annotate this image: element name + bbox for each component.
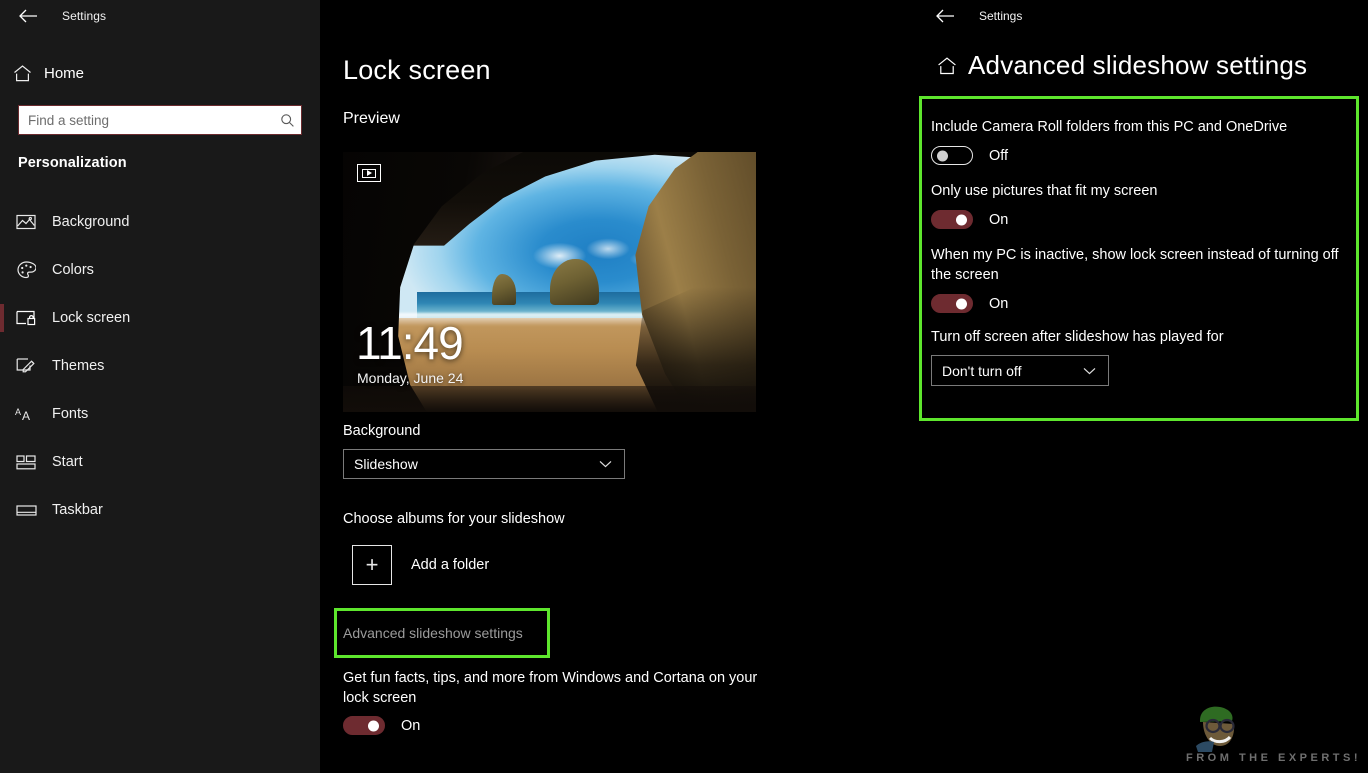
sidebar-item-themes[interactable]: Themes [0,349,320,383]
sidebar-item-fonts[interactable]: A A Fonts [0,397,320,431]
fun-facts-toggle-row: On [343,716,420,735]
advanced-window-title: Settings [979,9,1022,23]
window-title: Settings [62,9,106,23]
sidebar-item-colors[interactable]: Colors [0,253,320,287]
advanced-slideshow-settings-link[interactable]: Advanced slideshow settings [343,625,523,641]
advanced-settings-window: Settings Advanced slideshow settings Inc… [917,0,1368,773]
fun-facts-label: Get fun facts, tips, and more from Windo… [343,668,783,708]
home-icon [0,65,44,82]
inactive-lock-screen-toggle[interactable] [931,294,973,313]
fun-facts-toggle[interactable] [343,716,385,735]
lock-screen-icon [0,310,52,326]
setting-turn-off-screen: Turn off screen after slideshow has play… [931,329,1342,386]
sidebar-titlebar: Settings [0,0,320,32]
watermark-text: FROM THE EXPERTS! [1186,752,1361,764]
palette-icon [0,261,52,279]
taskbar-icon [0,504,52,517]
sidebar-item-label: Taskbar [52,502,103,518]
home-icon[interactable] [930,57,964,75]
back-arrow-icon[interactable] [925,1,965,31]
inactive-lock-screen-toggle-state: On [989,296,1008,312]
sidebar-item-label: Themes [52,358,104,374]
chevron-down-icon [1083,367,1108,375]
watermark: FROM THE EXPERTS! [1168,700,1368,773]
advanced-header: Advanced slideshow settings [930,50,1307,81]
search-icon [273,113,301,128]
sidebar-item-label: Fonts [52,406,88,422]
preview-clock: 11:49 [356,320,463,366]
search-box[interactable] [18,105,302,135]
turn-off-screen-value: Don't turn off [932,363,1021,379]
start-tiles-icon [0,455,52,470]
setting-label: Include Camera Roll folders from this PC… [931,117,1342,137]
background-select-value: Slideshow [344,456,418,472]
setting-inactive-lock-screen: When my PC is inactive, show lock screen… [931,245,1342,313]
fun-facts-toggle-state: On [401,718,420,734]
settings-window: Settings Home Personalization [0,0,1368,773]
back-arrow-icon[interactable] [8,1,48,31]
setting-fit-screen: Only use pictures that fit my screen On [931,181,1342,229]
turn-off-screen-select[interactable]: Don't turn off [931,355,1109,386]
sidebar: Settings Home Personalization [0,0,320,773]
sidebar-item-start[interactable]: Start [0,445,320,479]
sidebar-item-label: Lock screen [52,310,130,326]
mascot-icon [1190,702,1246,754]
sidebar-item-label: Background [52,214,129,230]
advanced-heading: Advanced slideshow settings [968,50,1307,81]
sidebar-item-label: Colors [52,262,94,278]
preview-label: Preview [343,110,400,128]
sidebar-item-label: Start [52,454,83,470]
preview-foreground-shadow [343,386,756,412]
setting-label: When my PC is inactive, show lock screen… [931,245,1342,285]
sidebar-item-lock-screen[interactable]: Lock screen [0,301,320,335]
lock-screen-preview: 11:49 Monday, June 24 [343,152,756,412]
fit-screen-toggle[interactable] [931,210,973,229]
add-folder-label: Add a folder [411,557,489,573]
albums-label: Choose albums for your slideshow [343,511,565,527]
sidebar-item-taskbar[interactable]: Taskbar [0,493,320,527]
advanced-slideshow-settings-highlight: Advanced slideshow settings [334,608,550,658]
sidebar-item-background[interactable]: Background [0,205,320,239]
sidebar-item-home[interactable]: Home [0,56,320,90]
svg-text:A: A [22,409,30,423]
camera-roll-toggle[interactable] [931,146,973,165]
sidebar-section-header: Personalization [18,155,127,171]
svg-text:A: A [15,407,21,417]
preview-date: Monday, June 24 [357,370,463,386]
sidebar-nav-list: Background Colors [0,205,320,541]
add-folder-button[interactable]: + Add a folder [352,545,489,585]
sidebar-item-label-home: Home [44,65,84,82]
fit-screen-toggle-state: On [989,212,1008,228]
fonts-icon: A A [0,406,52,423]
main-content-panel: Lock screen Preview 11:49 Monday, June 2… [320,0,917,773]
slideshow-play-icon [357,164,381,182]
search-input[interactable] [19,106,273,134]
advanced-settings-highlight-box: Include Camera Roll folders from this PC… [919,96,1359,421]
turn-off-screen-label: Turn off screen after slideshow has play… [931,329,1342,345]
background-label: Background [343,423,420,439]
setting-camera-roll: Include Camera Roll folders from this PC… [931,117,1342,165]
background-select[interactable]: Slideshow [343,449,625,479]
brush-icon [0,357,52,375]
advanced-titlebar: Settings [917,0,1368,32]
page-title: Lock screen [343,55,491,86]
plus-icon: + [352,545,392,585]
camera-roll-toggle-state: Off [989,148,1008,164]
chevron-down-icon [599,460,624,468]
setting-label: Only use pictures that fit my screen [931,181,1342,201]
image-icon [0,214,52,230]
